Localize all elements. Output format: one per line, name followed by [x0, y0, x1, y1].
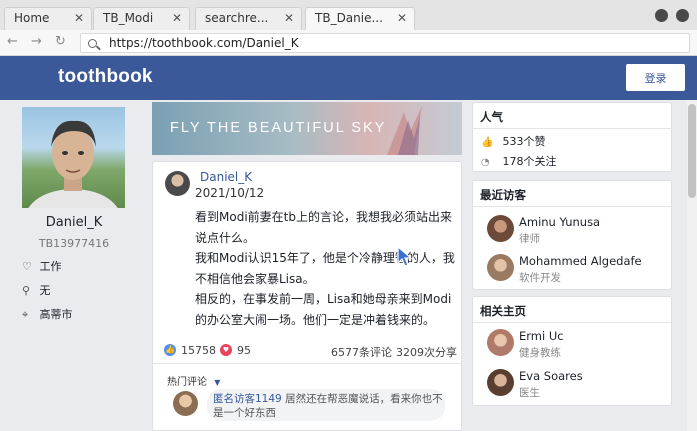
tab-tb-daniel[interactable]: TB_Danie... ✕	[305, 7, 415, 30]
recent-visitors-card: 最近访客 Aminu Yunusa 律师 Mohammed Algedafe 软…	[472, 180, 672, 290]
chevron-down-icon: ▼	[214, 378, 221, 387]
comment-bubble: 匿名访客1149 居然还在帮恶魔说话，看来你也不是一个好东西	[207, 389, 445, 421]
hot-comments-label: 热门评论	[167, 377, 207, 388]
like-icon[interactable]: 👍	[164, 344, 176, 356]
profile-id: TB13977416	[38, 237, 110, 250]
mouse-cursor-icon	[397, 246, 413, 267]
post-author-avatar[interactable]	[165, 171, 190, 196]
post-body: 看到Modi前妻在tb上的言论，我想我必须站出来说点什么。 我和Modi认识15…	[195, 207, 455, 330]
profile-city: ⌖ 高蒂市	[22, 306, 73, 322]
post-paragraph: 我和Modi认识15年了，他是个冷静理智的人，我不相信他会家暴Lisa。	[195, 251, 455, 286]
heart-outline-icon: ♡	[22, 260, 32, 273]
gender-icon: ⚲	[22, 284, 31, 297]
profile-job-text: 工作	[39, 260, 62, 273]
visitor-name[interactable]: Mohammed Algedafe	[519, 254, 642, 268]
visitor-avatar[interactable]	[487, 254, 514, 281]
back-icon[interactable]: ←	[7, 34, 18, 49]
related-pages-card: 相关主页 Ermi Uc 健身教练 Eva Soares 医生	[472, 296, 672, 406]
related-role: 健身教练	[519, 347, 561, 359]
popularity-card: 人气 👍 533个赞 ◔ 178个关注	[472, 102, 672, 172]
related-avatar[interactable]	[487, 329, 514, 356]
related-name[interactable]: Eva Soares	[519, 369, 583, 383]
tab-label: TB_Danie...	[315, 11, 383, 25]
popularity-title: 人气	[480, 110, 503, 124]
heart-icon[interactable]: ♥	[220, 344, 232, 356]
heart-count: 95	[237, 344, 251, 357]
close-icon[interactable]: ✕	[284, 11, 294, 25]
post-card: Daniel_K 2021/10/12 看到Modi前妻在tb上的言论，我想我必…	[152, 161, 462, 431]
close-icon[interactable]: ✕	[172, 11, 182, 25]
visitor-avatar[interactable]	[487, 215, 514, 242]
location-icon: ⌖	[22, 308, 29, 321]
close-icon[interactable]: ✕	[74, 11, 84, 25]
divider	[473, 128, 671, 129]
url-text: https://toothbook.com/Daniel_K	[109, 36, 299, 50]
login-button[interactable]: 登录	[626, 64, 685, 91]
profile-avatar	[22, 107, 125, 208]
profile-banner: FLY THE BEAUTIFUL SKY	[152, 102, 462, 155]
tab-home[interactable]: Home ✕	[4, 7, 92, 30]
post-date: 2021/10/12	[195, 186, 265, 200]
hot-comments-dropdown[interactable]: 热门评论 ▼	[167, 373, 220, 388]
related-role: 医生	[519, 387, 540, 399]
url-input[interactable]: https://toothbook.com/Daniel_K	[80, 33, 690, 53]
related-avatar[interactable]	[487, 369, 514, 396]
visitor-role: 软件开发	[519, 272, 561, 284]
recent-visitors-title: 最近访客	[480, 188, 526, 202]
tab-search-results[interactable]: searchre... ✕	[195, 7, 302, 30]
minimize-icon[interactable]	[655, 9, 668, 22]
likes-stat-text: 533个赞	[502, 135, 546, 148]
tab-label: TB_Modi	[103, 11, 154, 25]
window-close-icon[interactable]	[676, 9, 689, 22]
post-paragraph: 看到Modi前妻在tb上的言论，我想我必须站出来说点什么。	[195, 210, 452, 245]
search-icon	[88, 39, 97, 48]
follows-stat: ◔ 178个关注	[481, 153, 557, 169]
reload-icon[interactable]: ↻	[55, 34, 66, 49]
site-logo[interactable]: toothbook	[58, 66, 153, 88]
profile-job: ♡ 工作	[22, 258, 62, 274]
visitor-role: 律师	[519, 233, 540, 245]
banner-text: FLY THE BEAUTIFUL SKY	[170, 120, 387, 136]
post-paragraph: 相反的，在事发前一周，Lisa和她母亲来到Modi的办公室大闹一场。他们一定是冲…	[195, 292, 452, 327]
post-stats: 👍 15758 ♥ 95 6577条评论 3209次分享	[153, 340, 461, 364]
post-author-link[interactable]: Daniel_K	[200, 170, 252, 184]
profile-city-text: 高蒂市	[39, 308, 73, 321]
follows-stat-text: 178个关注	[502, 155, 557, 168]
profile-relation: ⚲ 无	[22, 282, 51, 298]
like-count: 15758	[181, 344, 216, 357]
forward-icon[interactable]: →	[31, 34, 42, 49]
visitor-name[interactable]: Aminu Yunusa	[519, 215, 600, 229]
browser-tab-bar: Home ✕ TB_Modi ✕ searchre... ✕ TB_Danie.…	[0, 0, 697, 30]
rss-icon: ◔	[481, 157, 490, 168]
share-count[interactable]: 3209次分享	[396, 344, 457, 360]
thumbs-up-icon: 👍	[481, 137, 494, 148]
related-pages-title: 相关主页	[480, 304, 526, 318]
divider	[473, 322, 671, 323]
scrollbar-thumb[interactable]	[688, 104, 696, 198]
tab-label: Home	[14, 11, 50, 25]
comment-avatar[interactable]	[173, 391, 198, 416]
close-icon[interactable]: ✕	[397, 11, 407, 25]
profile-name: Daniel_K	[45, 215, 103, 230]
related-name[interactable]: Ermi Uc	[519, 329, 564, 343]
likes-stat: 👍 533个赞	[481, 133, 546, 149]
comment-author[interactable]: 匿名访客1149	[213, 393, 282, 405]
divider	[473, 206, 671, 207]
tab-tb-modi[interactable]: TB_Modi ✕	[93, 7, 190, 30]
profile-portrait-illustration	[28, 120, 118, 208]
comment-count[interactable]: 6577条评论	[331, 344, 392, 360]
site-header: toothbook 登录	[0, 56, 697, 100]
address-bar: ← → ↻ https://toothbook.com/Daniel_K	[0, 30, 697, 56]
tab-label: searchre...	[205, 11, 269, 25]
profile-relation-text: 无	[39, 284, 51, 297]
